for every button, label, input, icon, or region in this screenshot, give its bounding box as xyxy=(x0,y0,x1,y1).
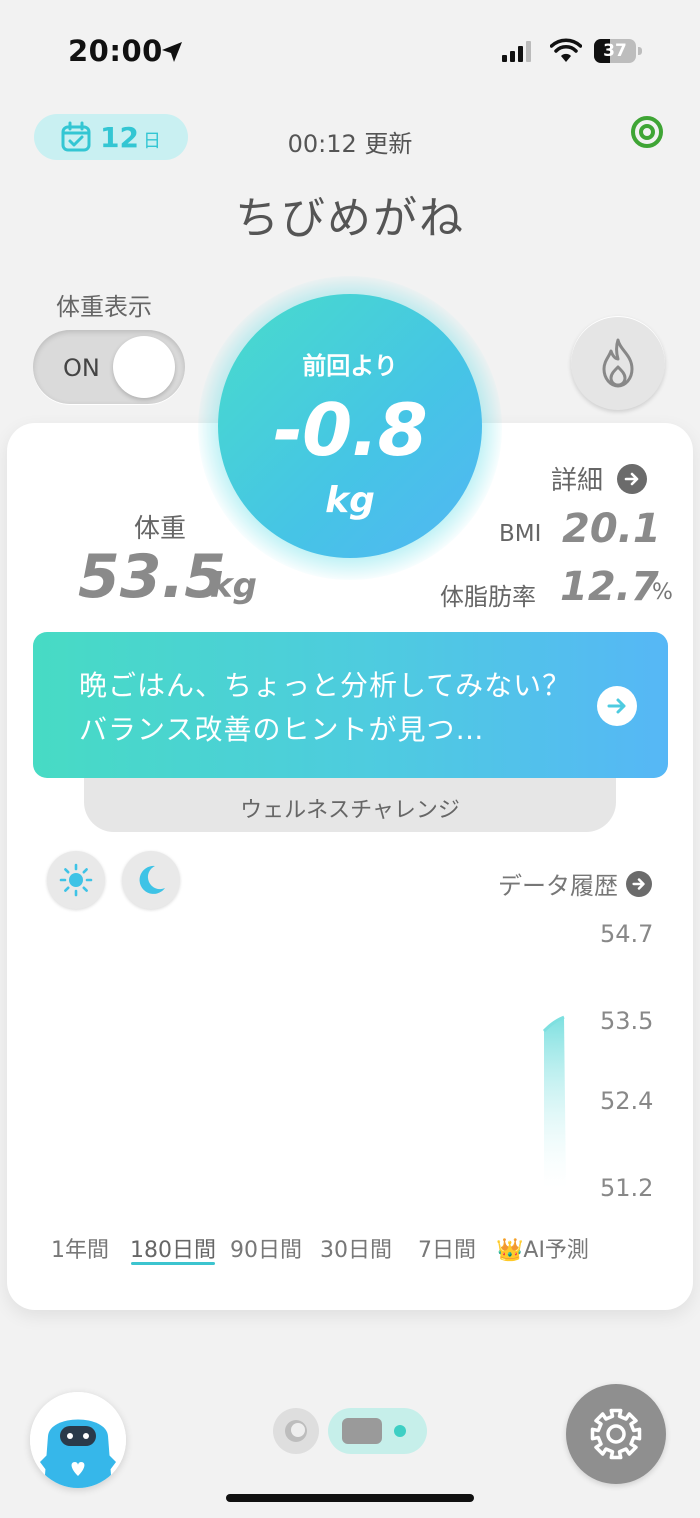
body-fat-unit: % xyxy=(652,580,673,605)
range-tab-7d[interactable]: 7日間 xyxy=(418,1232,476,1264)
range-tabs: 1年間 180日間 90日間 30日間 7日間 👑AI予測 xyxy=(34,1232,634,1272)
bmi-label: BMI xyxy=(499,521,542,547)
streak-count: 12 xyxy=(100,120,139,154)
change-unit: kg xyxy=(325,480,375,521)
weight-value: 53.5 xyxy=(78,542,227,612)
weight-label: 体重 xyxy=(134,514,187,544)
sun-icon xyxy=(59,863,93,897)
location-arrow-icon xyxy=(162,42,182,62)
data-history-label: データ履歴 xyxy=(498,872,618,900)
last-updated: 00:12 更新 xyxy=(287,130,413,158)
weight-unit: kg xyxy=(210,566,257,606)
morning-filter-button[interactable] xyxy=(47,851,105,909)
calendar-check-icon xyxy=(61,121,91,152)
scale-device-indicator-active[interactable] xyxy=(328,1408,427,1454)
mascot-icon xyxy=(30,1392,126,1488)
change-value: -0.8 xyxy=(273,388,427,472)
streak-unit: 日 xyxy=(142,131,161,152)
scale-icon xyxy=(342,1418,406,1444)
active-tab-indicator xyxy=(131,1262,215,1265)
avatar[interactable] xyxy=(30,1392,126,1488)
body-fat-value: 12.7 xyxy=(560,564,659,610)
range-tab-180d[interactable]: 180日間 xyxy=(130,1232,216,1264)
suggestion-banner[interactable]: 晩ごはん、ちょっと分析してみない？バランス改善のヒントが見つ… xyxy=(33,632,668,778)
weight-display-label: 体重表示 xyxy=(56,293,152,321)
weight-area xyxy=(544,1017,566,1188)
streak-badge[interactable]: 12 日 xyxy=(34,114,188,160)
detail-label: 詳細 xyxy=(551,466,604,496)
y-tick-label: 53.5 xyxy=(600,1007,653,1035)
toggle-state: ON xyxy=(63,354,100,382)
sync-target-icon[interactable] xyxy=(630,115,664,149)
calorie-button[interactable] xyxy=(571,316,665,410)
battery-level: 37 xyxy=(603,41,627,61)
arrow-right-icon xyxy=(626,870,652,897)
change-label: 前回より xyxy=(302,352,398,380)
battery-icon: 37 xyxy=(594,39,642,63)
data-history-link[interactable]: データ履歴 xyxy=(498,866,652,901)
body-fat-label: 体脂肪率 xyxy=(440,583,536,611)
home-indicator xyxy=(226,1494,474,1502)
moon-icon xyxy=(139,865,165,894)
gear-icon xyxy=(590,1408,642,1460)
weight-chart[interactable]: 54.7 53.5 52.4 51.2 xyxy=(30,910,670,1210)
toggle-knob xyxy=(113,336,175,398)
detail-link[interactable]: 詳細 xyxy=(551,460,648,497)
scale-device-indicator[interactable] xyxy=(273,1408,319,1454)
range-tab-30d[interactable]: 30日間 xyxy=(320,1232,392,1264)
wellness-challenge-label: ウェルネスチャレンジ xyxy=(240,798,460,823)
cellular-signal-icon xyxy=(502,41,531,62)
evening-filter-button[interactable] xyxy=(122,851,180,909)
bmi-value: 20.1 xyxy=(562,506,661,552)
y-tick-label: 51.2 xyxy=(600,1174,653,1202)
weight-display-toggle[interactable]: ON xyxy=(33,330,185,404)
settings-button[interactable] xyxy=(566,1384,666,1484)
arrow-right-icon xyxy=(617,463,648,494)
suggestion-text: 晩ごはん、ちょっと分析してみない？バランス改善のヒントが見つ… xyxy=(79,669,572,746)
y-tick-label: 54.7 xyxy=(600,920,653,948)
arrow-right-icon xyxy=(597,686,637,726)
range-tab-90d[interactable]: 90日間 xyxy=(230,1232,302,1264)
range-tab-ai-forecast[interactable]: 👑AI予測 xyxy=(496,1232,589,1264)
wifi-icon xyxy=(550,38,582,62)
range-tab-1y[interactable]: 1年間 xyxy=(51,1232,109,1264)
flame-icon xyxy=(602,338,634,388)
change-circle[interactable]: 前回より -0.8 kg xyxy=(218,294,482,558)
page-title: ちびめがね xyxy=(235,193,465,244)
ring-icon xyxy=(285,1420,307,1442)
status-time: 20:00 xyxy=(68,34,163,68)
y-tick-label: 52.4 xyxy=(600,1087,653,1115)
